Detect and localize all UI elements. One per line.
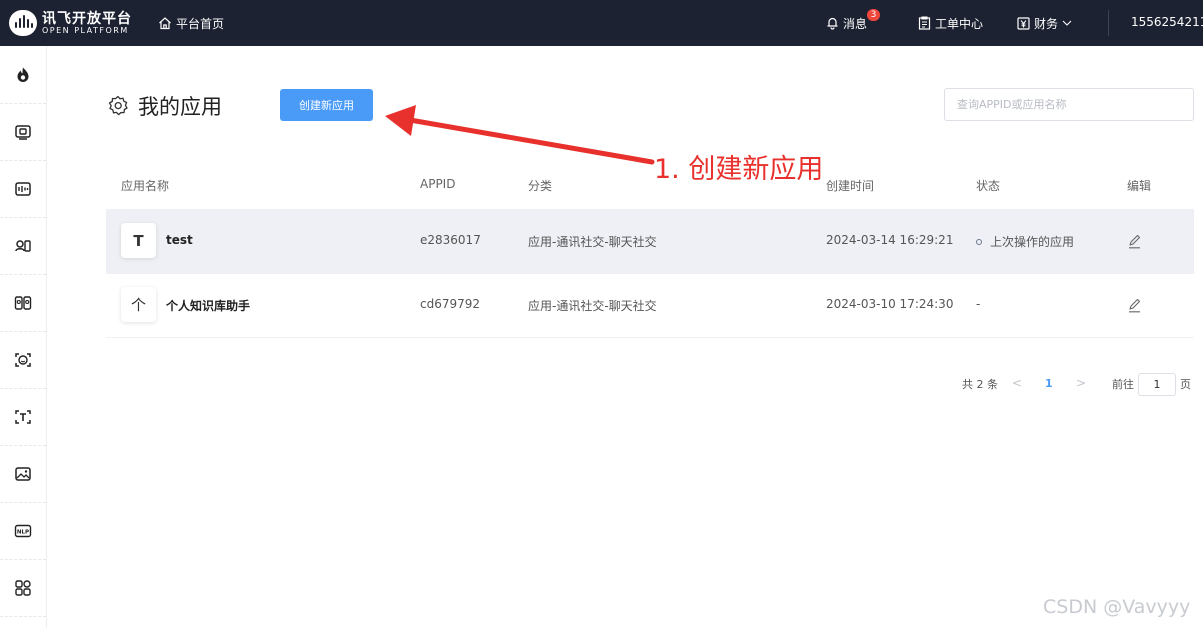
watermark: CSDN @Vavyyy (1043, 596, 1191, 618)
annotation-text: 1. 创建新应用 (654, 154, 824, 185)
annotation-arrow (385, 105, 655, 165)
